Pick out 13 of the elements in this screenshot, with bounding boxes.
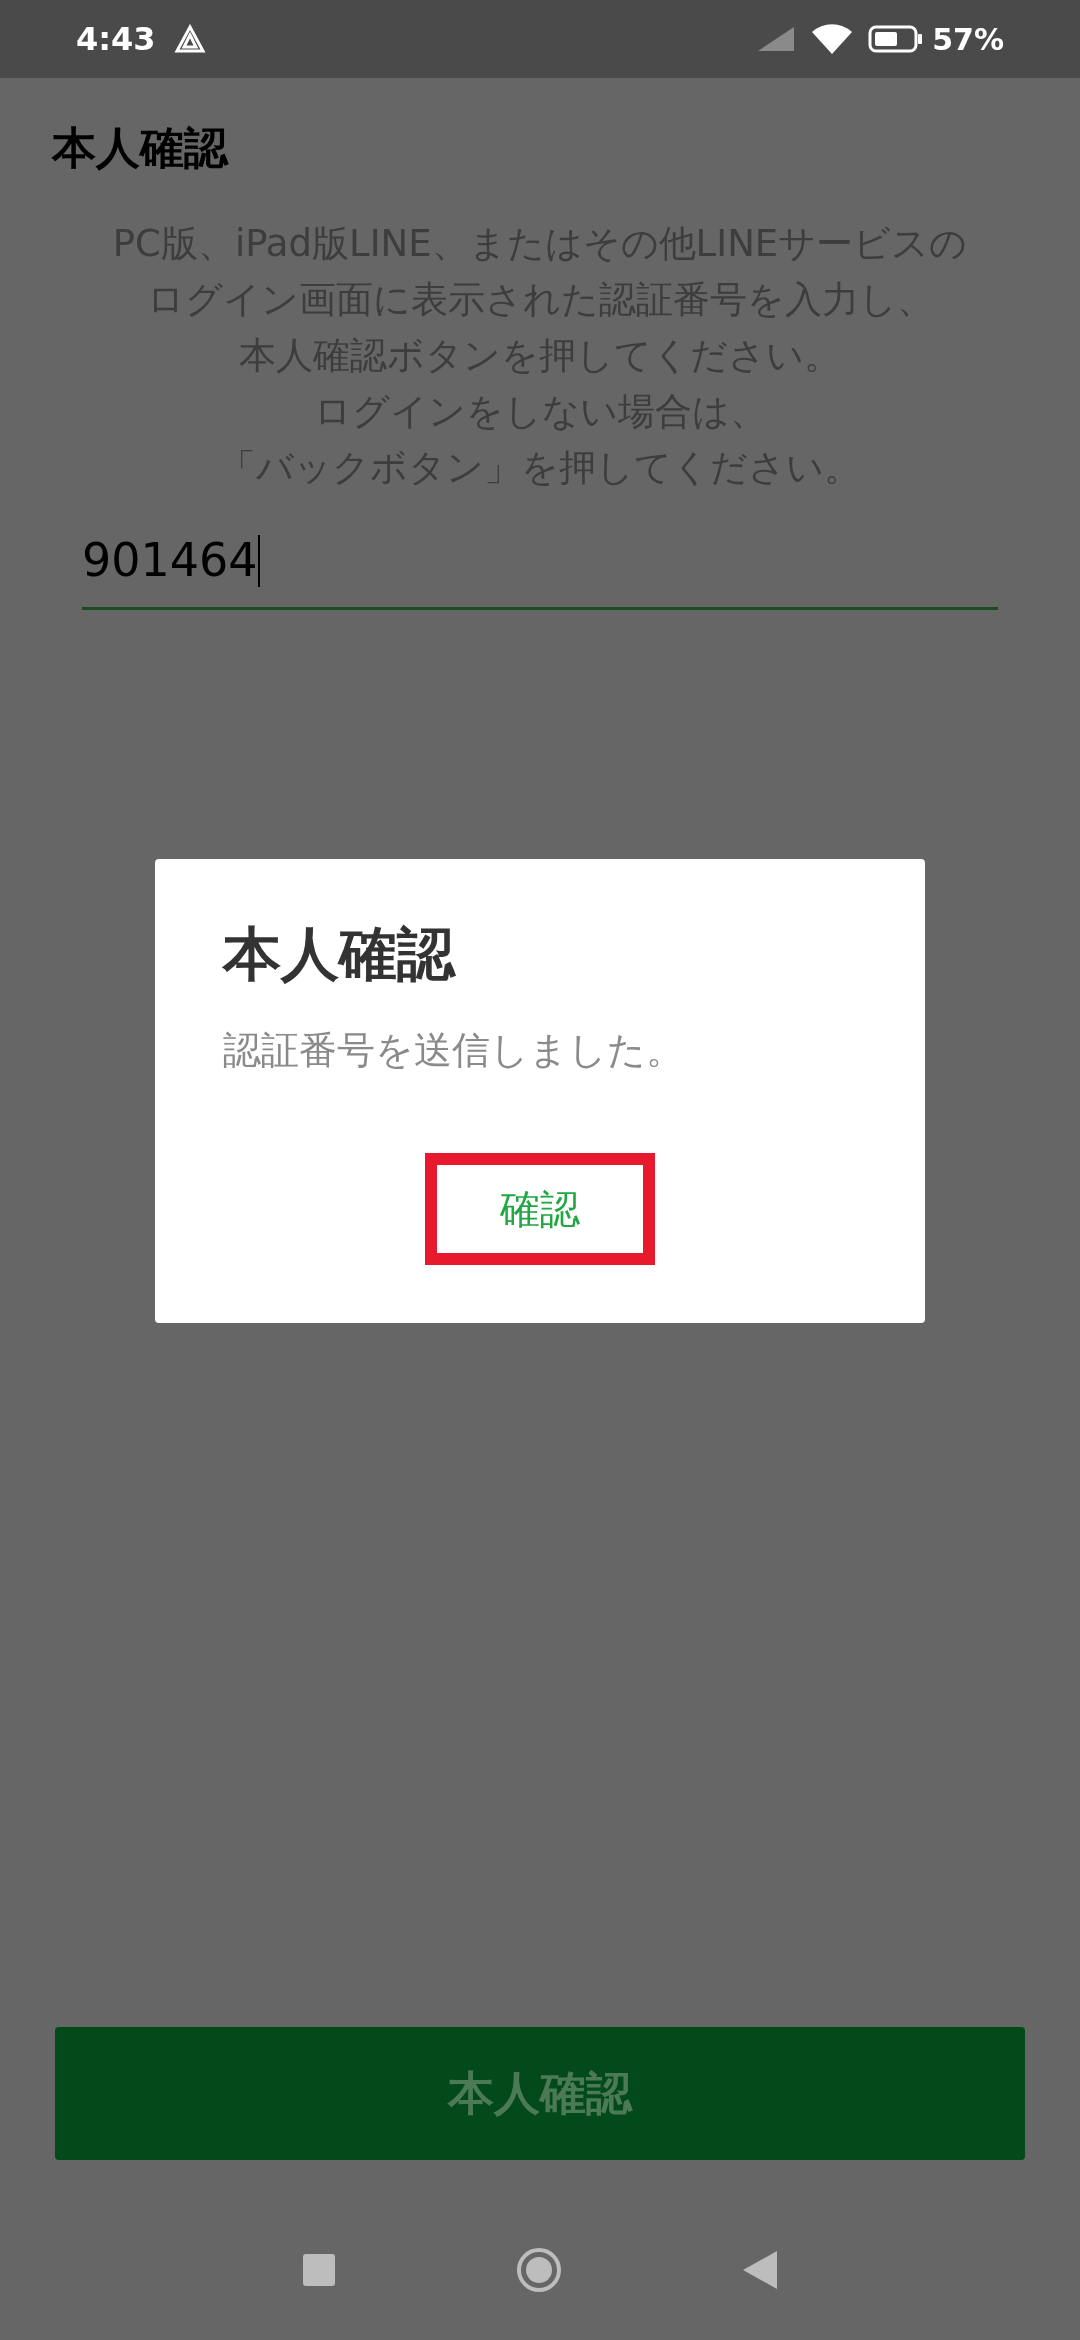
- back-icon[interactable]: [743, 2251, 777, 2289]
- dialog-message: 認証番号を送信しました。: [223, 1031, 685, 1069]
- dialog-confirm-button[interactable]: 確認: [425, 1153, 655, 1265]
- navigation-triangle-icon: [173, 24, 206, 54]
- screen-title: 本人確認: [52, 126, 230, 170]
- status-time: 4:43: [76, 19, 156, 60]
- battery-percent: 57%: [932, 20, 1004, 59]
- wifi-icon: [810, 22, 855, 56]
- home-icon[interactable]: [515, 2246, 563, 2294]
- signal-icon: [756, 25, 797, 53]
- dialog-title: 本人確認: [223, 925, 457, 983]
- battery-icon: [868, 24, 925, 54]
- code-input-field[interactable]: 901464: [82, 514, 998, 610]
